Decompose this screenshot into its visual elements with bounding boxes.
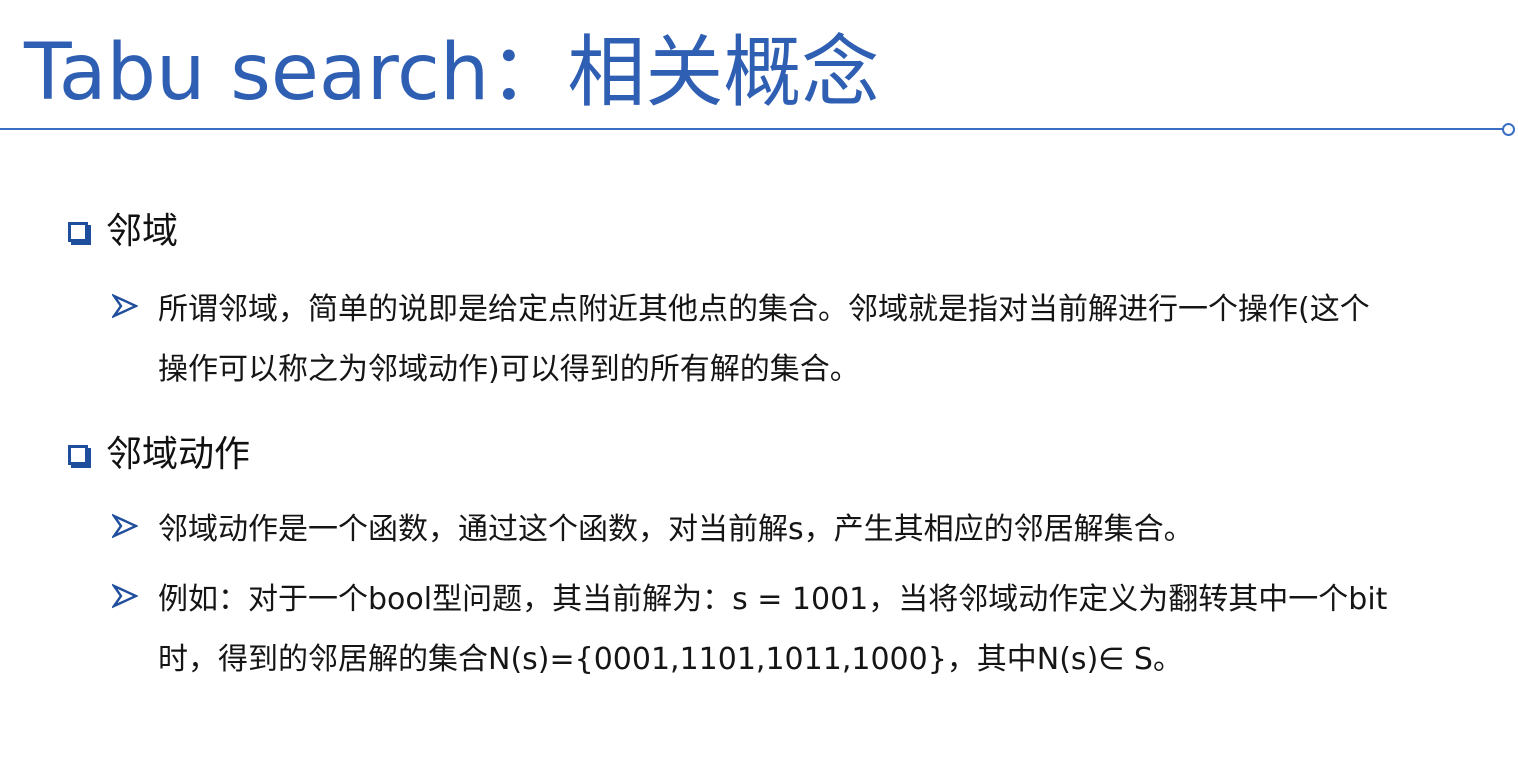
hollow-square-bullet-icon xyxy=(68,222,88,242)
slide-title: Tabu search：相关概念 xyxy=(24,28,880,118)
hollow-square-bullet-icon xyxy=(68,445,88,465)
title-underline xyxy=(0,128,1504,130)
list-item: 所谓邻域，简单的说即是给定点附近其他点的集合。邻域就是指对当前解进行一个操作(这… xyxy=(112,280,1392,400)
list-item-text: 邻域动作是一个函数，通过这个函数，对当前解s，产生其相应的邻居解集合。 xyxy=(158,512,1194,547)
section-heading-neighborhood-move: 邻域动作 xyxy=(68,430,250,480)
arrowhead-bullet-icon xyxy=(112,293,138,319)
arrowhead-bullet-icon xyxy=(112,583,138,609)
section-heading-neighborhood: 邻域 xyxy=(68,207,178,257)
arrowhead-bullet-icon xyxy=(112,513,138,539)
section-heading-label: 邻域 xyxy=(106,211,179,252)
list-item: 例如：对于一个bool型问题，其当前解为：s = 1001，当将邻域动作定义为翻… xyxy=(112,570,1392,690)
list-item-text: 所谓邻域，简单的说即是给定点附近其他点的集合。邻域就是指对当前解进行一个操作(这… xyxy=(158,292,1370,387)
list-item: 邻域动作是一个函数，通过这个函数，对当前解s，产生其相应的邻居解集合。 xyxy=(112,500,1392,560)
section-heading-label: 邻域动作 xyxy=(106,434,251,475)
list-item-text: 例如：对于一个bool型问题，其当前解为：s = 1001，当将邻域动作定义为翻… xyxy=(158,582,1388,677)
underline-end-circle-icon xyxy=(1502,123,1515,136)
